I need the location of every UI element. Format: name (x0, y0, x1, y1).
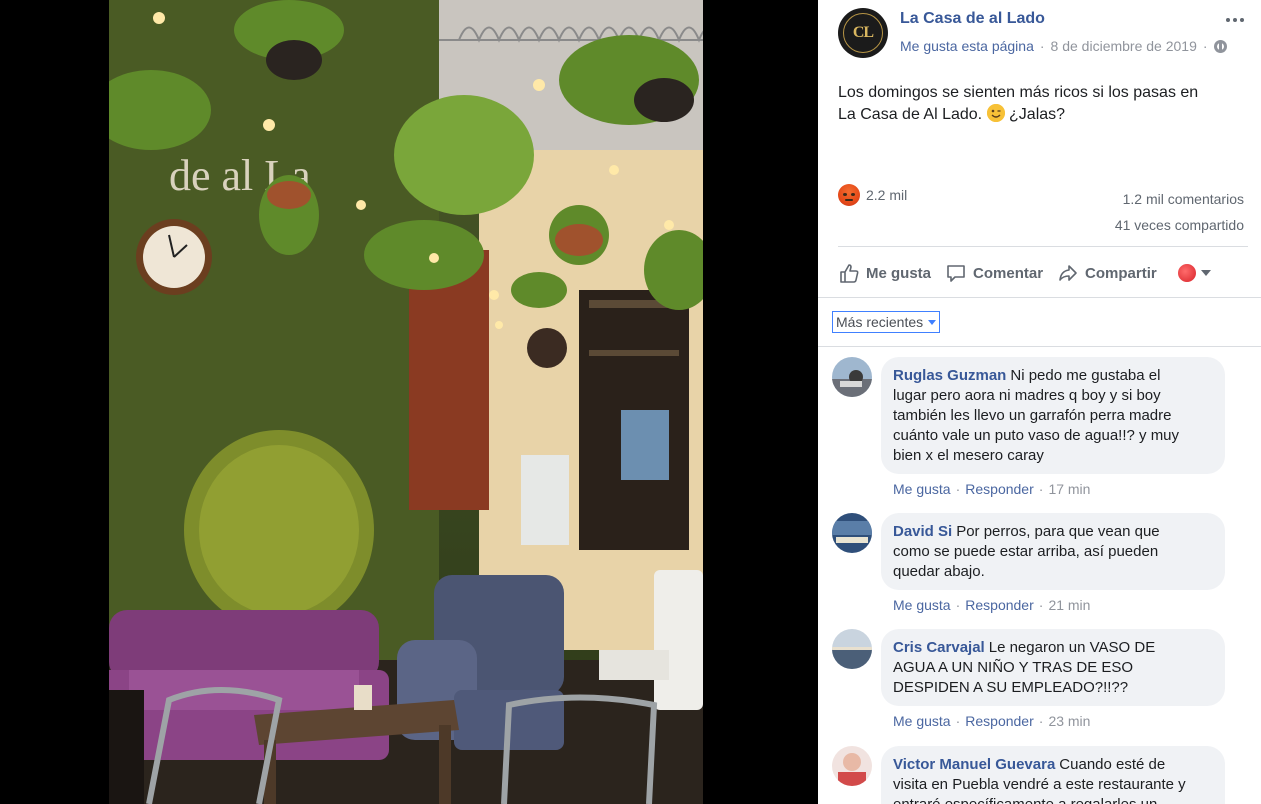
comment-author-link[interactable]: Victor Manuel Guevara (893, 756, 1055, 773)
page-name-link[interactable]: La Casa de al Lado (900, 10, 1045, 28)
page-avatar[interactable]: CL (838, 8, 888, 58)
divider (818, 297, 1261, 298)
wink-emoji-icon (986, 104, 1005, 122)
comment-actions: Me gusta · Responder · 21 min (893, 597, 1090, 613)
comment-reply-link[interactable]: Responder (965, 481, 1034, 497)
dot-icon (1240, 18, 1244, 22)
chevron-down-icon (928, 319, 937, 325)
share-arrow-icon (1059, 265, 1077, 281)
wall-clock (136, 219, 212, 295)
comment-sort-dropdown[interactable]: Más recientes (832, 311, 941, 333)
comment-text-line: entraré específicamente a regalarles un (893, 796, 1157, 804)
comment-bubble-icon (947, 265, 965, 282)
dot-icon (1233, 18, 1237, 22)
angry-reaction-icon (838, 184, 860, 206)
globe-icon (1213, 39, 1227, 53)
comment-text-line: Ni pedo me gustaba el (1010, 367, 1161, 384)
commenter-avatar[interactable] (832, 513, 872, 553)
separator: · (955, 597, 961, 613)
comment-bubble: Victor Manuel Guevara Cuando esté de visi… (881, 746, 1225, 804)
commenter-avatar[interactable] (832, 629, 872, 669)
user-avatar (1176, 263, 1197, 283)
commenter-avatar[interactable] (832, 357, 872, 397)
comment-text-line: Le negaron un VASO DE (988, 639, 1156, 656)
share-count-link[interactable]: 41 veces compartido (1115, 212, 1244, 238)
separator: · (1038, 597, 1044, 613)
comment-text-line: lugar pero aora ni madres q boy y si boy (893, 387, 1161, 404)
post-photo[interactable]: de al La (109, 0, 703, 804)
comment-author-link[interactable]: Cris Carvajal (893, 639, 985, 656)
comment-text-line: cuánto vale un puto vaso de agua!!? y mu… (893, 427, 1180, 444)
comment-text-line: bien x el mesero caray (893, 447, 1044, 464)
comment-button-label: Comentar (973, 264, 1044, 282)
post-date[interactable]: 8 de diciembre de 2019 (1051, 38, 1197, 54)
comment-author-link[interactable]: Ruglas Guzman (893, 367, 1006, 384)
post-meta: Me gusta esta página · 8 de diciembre de… (900, 38, 1227, 54)
chevron-down-icon (1200, 270, 1211, 276)
share-button[interactable]: Compartir (1057, 262, 1157, 284)
comment-bubble: Ruglas Guzman Ni pedo me gustaba el lugar… (881, 357, 1225, 474)
post-text-line: La Casa de Al Lado. ¿Jalas? (838, 104, 1243, 126)
page-logo-text: CL (852, 24, 874, 41)
comment-time[interactable]: 17 min (1048, 481, 1090, 497)
action-bar: Me gusta Comentar Compartir (838, 258, 1248, 288)
separator: · (1038, 713, 1044, 729)
comment-text-line: visita en Puebla vendré a este restauran… (893, 776, 1186, 793)
reactions-summary[interactable]: 2.2 mil (838, 184, 907, 206)
separator: · (955, 713, 961, 729)
separator: · (1038, 481, 1044, 497)
post-text-fragment: La Casa de Al Lado. (838, 106, 983, 123)
comment-time[interactable]: 23 min (1048, 713, 1090, 729)
post-text: Los domingos se sienten más ricos si los… (838, 82, 1243, 126)
post-header: CL La Casa de al Lado Me gusta esta pági… (838, 8, 1248, 58)
comment-text-line: Cuando esté de (1059, 756, 1166, 773)
comment-text-line: DESPIDEN A SU EMPLEADO?!!?? (893, 679, 1129, 696)
separator: · (955, 481, 961, 497)
post-as-selector[interactable] (1176, 263, 1211, 283)
page-logo: CL (843, 13, 883, 53)
like-button[interactable]: Me gusta (838, 262, 931, 284)
engagement-counts: 1.2 mil comentarios 41 veces compartido (1115, 186, 1244, 238)
meta-separator: · (1039, 38, 1045, 54)
photo-viewer: de al La CL La Casa de al Lado Me gusta … (0, 0, 1261, 804)
comment-author-link[interactable]: David Si (893, 523, 952, 540)
comment-text-line: AGUA A UN NIÑO Y TRAS DE ESO (893, 659, 1134, 676)
comment-text-line: como se puede estar arriba, así pueden (893, 543, 1159, 560)
thumbs-up-icon (840, 264, 859, 283)
share-button-label: Compartir (1085, 264, 1157, 282)
photo-stage: de al La (0, 0, 818, 804)
comment-actions: Me gusta · Responder · 23 min (893, 713, 1090, 729)
like-button-label: Me gusta (866, 264, 932, 282)
divider (818, 346, 1261, 347)
comment-button[interactable]: Comentar (945, 262, 1043, 284)
comment-bubble: David Si Por perros, para que vean que co… (881, 513, 1225, 590)
comment-count-link[interactable]: 1.2 mil comentarios (1115, 186, 1244, 212)
post-panel: CL La Casa de al Lado Me gusta esta pági… (818, 0, 1261, 804)
comment-like-link[interactable]: Me gusta (893, 481, 951, 497)
commenter-avatar[interactable] (832, 746, 872, 786)
reaction-count: 2.2 mil (866, 187, 908, 203)
comment-like-link[interactable]: Me gusta (893, 713, 951, 729)
comment-bubble: Cris Carvajal Le negaron un VASO DE AGUA … (881, 629, 1225, 706)
divider (838, 246, 1248, 247)
comment-actions: Me gusta · Responder · 17 min (893, 481, 1090, 497)
comment-text-line: Por perros, para que vean que (956, 523, 1160, 540)
comment-sort-label: Más recientes (836, 314, 924, 330)
post-text-fragment: ¿Jalas? (1009, 106, 1066, 123)
dot-icon (1226, 18, 1230, 22)
post-text-line: Los domingos se sienten más ricos si los… (838, 84, 1199, 101)
comment-reply-link[interactable]: Responder (965, 713, 1034, 729)
like-page-link[interactable]: Me gusta esta página (900, 38, 1034, 54)
comment-like-link[interactable]: Me gusta (893, 597, 951, 613)
comment-text-line: también les llevo un garrafón perra madr… (893, 407, 1172, 424)
meta-separator: · (1202, 38, 1208, 54)
restaurant-interior-image: de al La (109, 0, 703, 804)
comment-reply-link[interactable]: Responder (965, 597, 1034, 613)
comment-text-line: quedar abajo. (893, 563, 985, 580)
comment-time[interactable]: 21 min (1048, 597, 1090, 613)
more-options-button[interactable] (1224, 10, 1246, 30)
